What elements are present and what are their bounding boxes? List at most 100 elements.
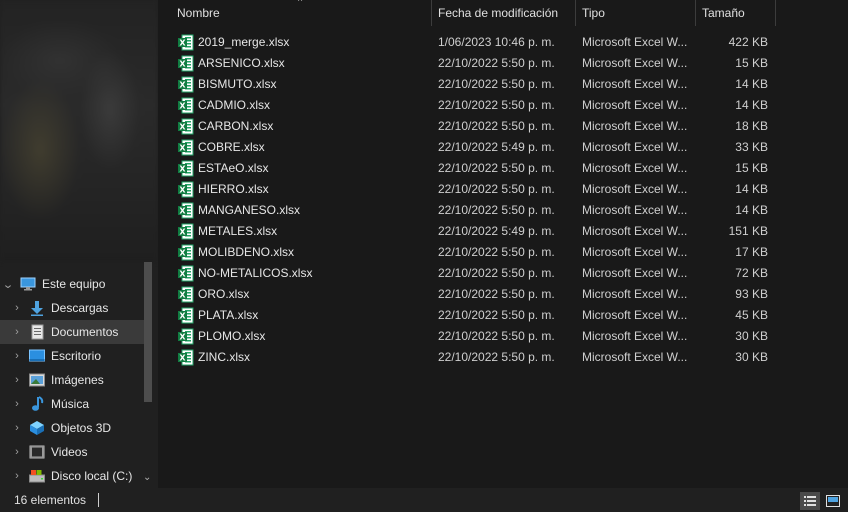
excel-file-icon: X — [178, 55, 194, 72]
file-row[interactable]: X NO-METALICOS.xlsx 22/10/2022 5:50 p. m. M… — [158, 263, 848, 284]
file-date-modified: 22/10/2022 5:50 p. m. — [438, 329, 555, 343]
chevron-right-icon[interactable]: › — [12, 350, 22, 362]
column-divider[interactable] — [431, 0, 432, 26]
chevron-right-icon[interactable]: › — [12, 470, 22, 482]
file-size: 18 KB — [735, 119, 768, 133]
nav-item-local-disk[interactable]: › Disco local (C:) — [0, 464, 158, 488]
file-row[interactable]: X 2019_merge.xlsx 1/06/2023 10:46 p. m. Mic… — [158, 32, 848, 53]
chevron-right-icon[interactable]: › — [12, 326, 22, 338]
svg-text:X: X — [179, 311, 186, 320]
file-row[interactable]: X ORO.xlsx 22/10/2022 5:50 p. m. Microsoft … — [158, 284, 848, 305]
local-disk-icon — [29, 468, 45, 484]
status-bar: 16 elementos — [0, 488, 848, 512]
column-divider[interactable] — [695, 0, 696, 26]
file-name: HIERRO.xlsx — [198, 182, 269, 196]
nav-item-downloads[interactable]: › Descargas — [0, 296, 158, 320]
file-type: Microsoft Excel W... — [582, 224, 688, 238]
chevron-right-icon[interactable]: › — [12, 446, 22, 458]
file-type: Microsoft Excel W... — [582, 77, 688, 91]
column-header-name[interactable]: Nombre — [177, 0, 220, 26]
column-divider[interactable] — [575, 0, 576, 26]
svg-text:X: X — [179, 332, 186, 341]
nav-scrollbar[interactable]: ⌄ — [140, 262, 156, 488]
column-header-type[interactable]: Tipo — [582, 0, 605, 26]
file-name: BISMUTO.xlsx — [198, 77, 277, 91]
file-row[interactable]: X MOLIBDENO.xlsx 22/10/2022 5:50 p. m. Micr… — [158, 242, 848, 263]
svg-text:X: X — [179, 269, 186, 278]
column-header-bar: ^ Nombre Fecha de modificación Tipo Tama… — [158, 0, 848, 26]
excel-file-icon: X — [178, 307, 194, 324]
column-header-size[interactable]: Tamaño — [702, 0, 745, 26]
file-name: CARBON.xlsx — [198, 119, 274, 133]
file-row[interactable]: X CADMIO.xlsx 22/10/2022 5:50 p. m. Microso… — [158, 95, 848, 116]
file-type: Microsoft Excel W... — [582, 329, 688, 343]
scroll-down-arrow-icon[interactable]: ⌄ — [143, 472, 151, 483]
file-type: Microsoft Excel W... — [582, 203, 688, 217]
excel-file-icon: X — [178, 181, 194, 198]
chevron-right-icon[interactable]: › — [12, 422, 22, 434]
file-row[interactable]: X METALES.xlsx 22/10/2022 5:49 p. m. Micros… — [158, 221, 848, 242]
excel-file-icon: X — [178, 328, 194, 345]
file-type: Microsoft Excel W... — [582, 119, 688, 133]
svg-text:X: X — [179, 353, 186, 362]
chevron-right-icon[interactable]: › — [12, 374, 22, 386]
file-row[interactable]: X ZINC.xlsx 22/10/2022 5:50 p. m. Microsoft… — [158, 347, 848, 368]
chevron-right-icon[interactable]: › — [12, 302, 22, 314]
svg-text:X: X — [179, 248, 186, 257]
file-size: 45 KB — [735, 308, 768, 322]
nav-item-3d-objects[interactable]: › Objetos 3D — [0, 416, 158, 440]
file-row[interactable]: X PLOMO.xlsx 22/10/2022 5:50 p. m. Microsof… — [158, 326, 848, 347]
file-size: 422 KB — [728, 35, 768, 49]
file-row[interactable]: X ARSENICO.xlsx 22/10/2022 5:50 p. m. Micro… — [158, 53, 848, 74]
file-type: Microsoft Excel W... — [582, 287, 688, 301]
file-row[interactable]: X BISMUTO.xlsx 22/10/2022 5:50 p. m. Micros… — [158, 74, 848, 95]
file-date-modified: 22/10/2022 5:50 p. m. — [438, 77, 555, 91]
excel-file-icon: X — [178, 202, 194, 219]
file-size: 14 KB — [735, 182, 768, 196]
file-row[interactable]: X CARBON.xlsx 22/10/2022 5:50 p. m. Microso… — [158, 116, 848, 137]
file-row[interactable]: X PLATA.xlsx 22/10/2022 5:50 p. m. Microsof… — [158, 305, 848, 326]
file-name: MOLIBDENO.xlsx — [198, 245, 295, 259]
excel-file-icon: X — [178, 118, 194, 135]
file-date-modified: 22/10/2022 5:50 p. m. — [438, 56, 555, 70]
file-size: 14 KB — [735, 203, 768, 217]
svg-text:X: X — [179, 80, 186, 89]
nav-item-videos[interactable]: › Videos — [0, 440, 158, 464]
file-row[interactable]: X MANGANESO.xlsx 22/10/2022 5:50 p. m. Micr… — [158, 200, 848, 221]
file-type: Microsoft Excel W... — [582, 308, 688, 322]
svg-text:X: X — [179, 185, 186, 194]
file-type: Microsoft Excel W... — [582, 182, 688, 196]
file-name: ORO.xlsx — [198, 287, 250, 301]
details-view-icon[interactable] — [800, 492, 820, 510]
nav-item-music[interactable]: › Música — [0, 392, 158, 416]
file-date-modified: 22/10/2022 5:50 p. m. — [438, 287, 555, 301]
nav-item-computer[interactable]: ⌄ Este equipo — [0, 272, 158, 296]
large-icons-view-icon[interactable] — [823, 492, 843, 510]
chevron-down-icon[interactable]: ⌄ — [2, 278, 15, 291]
file-name: METALES.xlsx — [198, 224, 278, 238]
file-date-modified: 22/10/2022 5:49 p. m. — [438, 224, 555, 238]
file-size: 72 KB — [735, 266, 768, 280]
svg-text:X: X — [179, 290, 186, 299]
file-size: 30 KB — [735, 329, 768, 343]
svg-text:X: X — [179, 38, 186, 47]
file-name: NO-METALICOS.xlsx — [198, 266, 313, 280]
file-name: PLOMO.xlsx — [198, 329, 266, 343]
chevron-right-icon[interactable]: › — [12, 398, 22, 410]
nav-item-documents[interactable]: › Documentos — [0, 320, 151, 344]
file-row[interactable]: X ESTAeO.xlsx 22/10/2022 5:50 p. m. Microso… — [158, 158, 848, 179]
nav-scrollbar-thumb[interactable] — [144, 262, 152, 402]
column-header-date[interactable]: Fecha de modificación — [438, 0, 558, 26]
nav-item-pictures[interactable]: › Imágenes — [0, 368, 158, 392]
file-name: ZINC.xlsx — [198, 350, 250, 364]
nav-item-label: Escritorio — [51, 349, 102, 363]
column-divider[interactable] — [775, 0, 776, 26]
file-date-modified: 1/06/2023 10:46 p. m. — [438, 35, 555, 49]
svg-text:X: X — [179, 227, 186, 236]
file-row[interactable]: X HIERRO.xlsx 22/10/2022 5:50 p. m. Microso… — [158, 179, 848, 200]
videos-icon — [29, 444, 45, 460]
file-row[interactable]: X COBRE.xlsx 22/10/2022 5:49 p. m. Microsof… — [158, 137, 848, 158]
nav-item-desktop[interactable]: › Escritorio — [0, 344, 158, 368]
excel-file-icon: X — [178, 244, 194, 261]
svg-text:X: X — [179, 164, 186, 173]
